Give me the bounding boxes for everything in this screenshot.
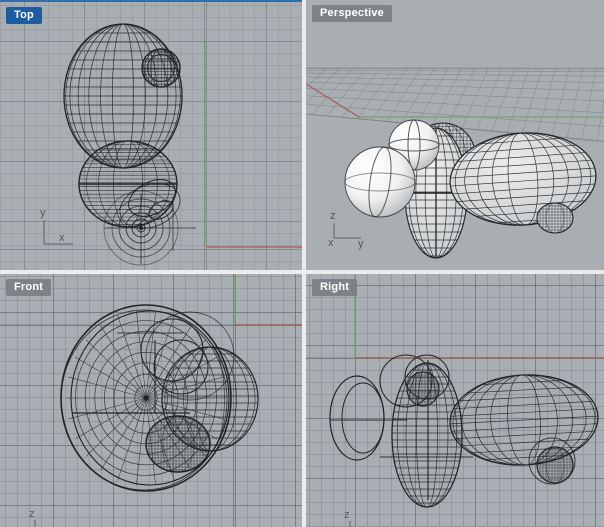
viewport-tab-perspective[interactable]: Perspective (312, 5, 392, 22)
viewport-tab-right[interactable]: Right (312, 279, 358, 296)
cplane-axes (205, 42, 302, 248)
right-view-model (329, 354, 599, 508)
top-viewport-canvas[interactable]: yx (0, 2, 302, 270)
axis-triad-icon: yx (40, 207, 73, 245)
viewport-front[interactable]: z Front (0, 274, 302, 527)
viewport-tab-front[interactable]: Front (6, 279, 52, 296)
svg-text:z: z (29, 508, 35, 520)
viewport-tab-top[interactable]: Top (6, 7, 42, 24)
svg-text:x: x (59, 232, 65, 244)
svg-text:y: y (40, 207, 46, 219)
world-axes (306, 83, 604, 118)
top-view-model (63, 23, 196, 266)
svg-text:z: z (330, 210, 336, 222)
perspective-viewport-canvas[interactable]: z x y (306, 0, 604, 270)
viewport-right[interactable]: z Right (306, 274, 604, 527)
front-view-model (60, 304, 259, 492)
viewport-top[interactable]: yx Top (0, 0, 302, 270)
svg-text:y: y (358, 238, 364, 250)
right-viewport-canvas[interactable]: z (306, 274, 604, 527)
front-viewport-canvas[interactable]: z (0, 274, 302, 527)
axis-triad-icon: z x y (328, 210, 364, 250)
axis-triad-icon: z (344, 509, 351, 527)
svg-text:z: z (344, 509, 350, 521)
perspective-view-model (344, 119, 597, 259)
cplane-axes (354, 274, 604, 359)
svg-text:x: x (328, 237, 334, 249)
viewport-perspective[interactable]: z x y Perspective (306, 0, 604, 270)
axis-triad-icon: z (29, 508, 36, 527)
viewport-grid: yx Top zxy Perspective z Front z Right (0, 0, 604, 527)
cplane-axes (234, 274, 302, 326)
